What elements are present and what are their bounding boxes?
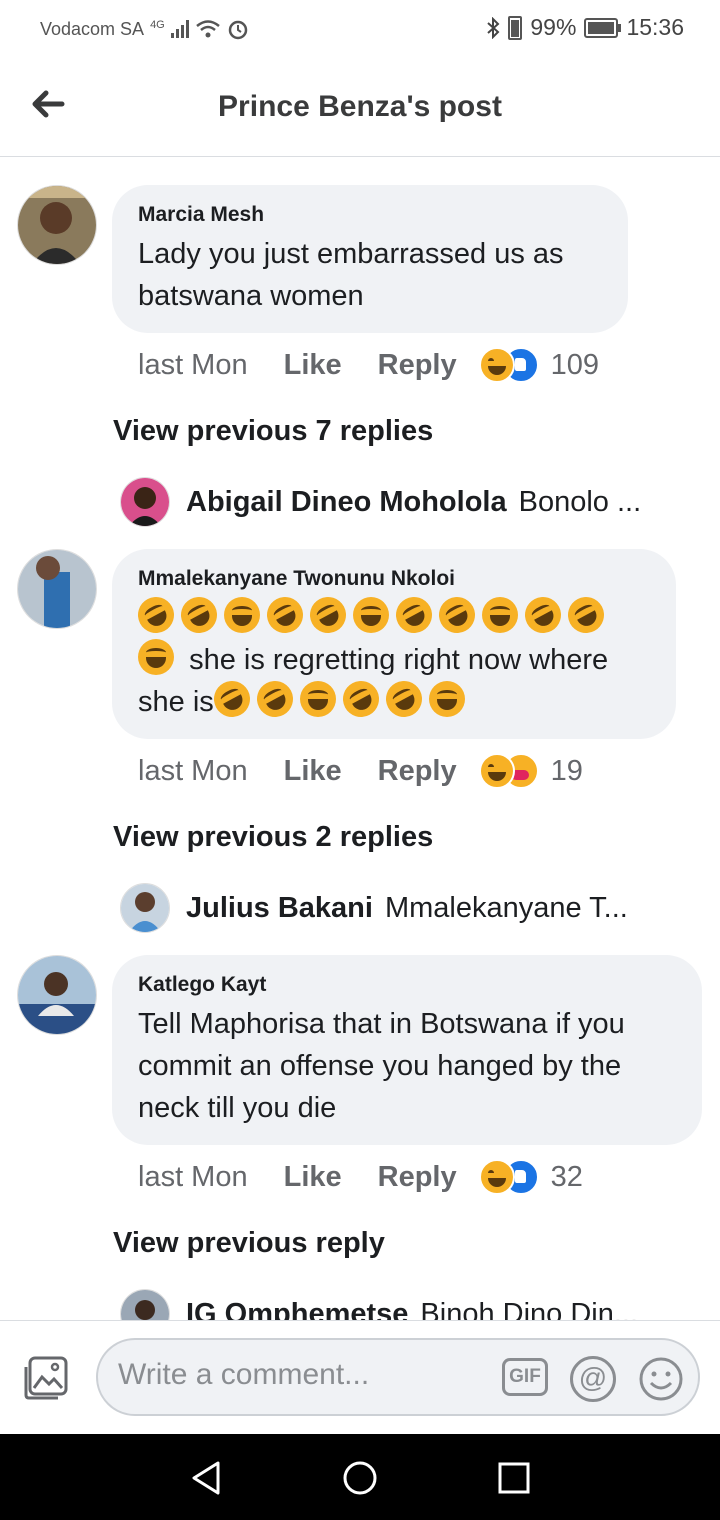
reply-text: Bonolo ...: [518, 485, 642, 518]
haha-reaction-icon: [478, 347, 515, 383]
laugh-emoji-icon: [518, 590, 568, 640]
comment-time[interactable]: last Mon: [138, 1161, 248, 1194]
view-previous-replies[interactable]: View previous reply: [113, 1227, 385, 1260]
comment-author[interactable]: Marcia Mesh: [138, 203, 602, 227]
reply-text: Binoh Dino Din...: [420, 1297, 639, 1321]
comment-time[interactable]: last Mon: [138, 755, 248, 788]
laugh-emoji-icon: [131, 590, 181, 640]
comment-bubble[interactable]: Mmalekanyane Twonunu Nkoloi she is regre…: [112, 549, 676, 739]
comment-bubble[interactable]: Marcia Mesh Lady you just embarrassed us…: [112, 185, 628, 333]
bluetooth-icon: [487, 16, 500, 39]
nav-back-icon[interactable]: [186, 1458, 226, 1498]
reply-button[interactable]: Reply: [378, 349, 457, 382]
photo-icon[interactable]: [22, 1355, 70, 1401]
gif-button[interactable]: GIF: [502, 1358, 548, 1396]
battery-percent: 99%: [530, 14, 577, 40]
reply-preview[interactable]: Abigail Dineo Moholola Bonolo ...: [120, 477, 680, 527]
reply-author[interactable]: IG Omphemetse: [186, 1298, 408, 1321]
reply-author[interactable]: Abigail Dineo Moholola: [186, 486, 507, 519]
battery-icon: [584, 17, 622, 38]
comment-text: Tell Maphorisa that in Botswana if you c…: [138, 1008, 625, 1124]
emoji-icon[interactable]: [638, 1356, 684, 1402]
avatar[interactable]: [17, 955, 97, 1035]
view-previous-replies[interactable]: View previous 2 replies: [113, 821, 433, 854]
laugh-emoji-icon: [336, 674, 386, 724]
comment-author[interactable]: Katlego Kayt: [138, 973, 676, 997]
comment-box[interactable]: GIF @: [96, 1338, 700, 1416]
comment-actions: last Mon Like Reply 109: [138, 347, 599, 383]
haha-reaction-icon: [478, 753, 515, 789]
reactions[interactable]: [478, 347, 539, 383]
avatar[interactable]: [120, 1289, 170, 1320]
laugh-emoji-icon: [482, 597, 518, 633]
comment-actions: last Mon Like Reply 32: [138, 1159, 583, 1195]
laugh-emoji-icon: [299, 681, 336, 717]
comment-bubble[interactable]: Katlego Kayt Tell Maphorisa that in Bots…: [112, 955, 702, 1145]
view-previous-replies[interactable]: View previous 7 replies: [113, 415, 433, 448]
laugh-emoji-icon: [561, 590, 611, 640]
avatar[interactable]: [17, 185, 97, 265]
comment-text: Lady you just embarrassed us as batswana…: [138, 238, 564, 312]
reply-preview[interactable]: Julius Bakani Mmalekanyane T...: [120, 883, 680, 933]
laugh-emoji-icon: [389, 590, 439, 640]
comments-feed[interactable]: Marcia Mesh Lady you just embarrassed us…: [0, 157, 720, 1320]
like-button[interactable]: Like: [284, 1161, 342, 1194]
laugh-emoji-icon: [207, 674, 257, 724]
comment-text: she is regretting right now where she is: [131, 590, 650, 724]
reply-preview[interactable]: IG Omphemetse Binoh Dino Din...: [120, 1289, 680, 1320]
network-type: 4G: [150, 19, 165, 31]
page-title: Prince Benza's post: [218, 90, 502, 123]
reactions[interactable]: [478, 753, 539, 789]
comment-time[interactable]: last Mon: [138, 349, 248, 382]
clock: 15:36: [626, 14, 684, 40]
page-header: Prince Benza's post: [0, 60, 720, 157]
laugh-emoji-icon: [303, 590, 353, 640]
laugh-emoji-icon: [432, 590, 482, 640]
laugh-emoji-icon: [174, 590, 224, 640]
reactions[interactable]: [478, 1159, 539, 1195]
like-button[interactable]: Like: [284, 349, 342, 382]
avatar[interactable]: [120, 883, 170, 933]
reaction-count[interactable]: 19: [551, 755, 583, 788]
laugh-emoji-icon: [260, 590, 310, 640]
system-nav-bar: [0, 1434, 720, 1520]
carrier-label: Vodacom SA: [40, 18, 145, 39]
laugh-emoji-icon: [224, 597, 260, 633]
status-bar: Vodacom SA 4G 99% 15:36: [0, 0, 720, 60]
comment-input[interactable]: [118, 1358, 478, 1392]
avatar[interactable]: [17, 549, 97, 629]
status-right: 99% 15:36: [486, 14, 684, 41]
alarm-icon: [228, 20, 247, 40]
reply-button[interactable]: Reply: [378, 755, 457, 788]
mention-button[interactable]: @: [570, 1356, 616, 1402]
status-left: Vodacom SA 4G: [40, 18, 249, 40]
nav-recent-apps-icon[interactable]: [494, 1458, 534, 1498]
reply-button[interactable]: Reply: [378, 1161, 457, 1194]
reaction-count[interactable]: 109: [551, 349, 599, 382]
avatar[interactable]: [120, 477, 170, 527]
haha-reaction-icon: [478, 1159, 515, 1195]
laugh-emoji-icon: [138, 639, 174, 675]
nav-home-icon[interactable]: [340, 1458, 380, 1498]
laugh-emoji-group: [207, 674, 472, 724]
laugh-emoji-icon: [379, 674, 429, 724]
comment-actions: last Mon Like Reply 19: [138, 753, 583, 789]
reply-author[interactable]: Julius Bakani: [186, 892, 373, 925]
wifi-icon: [195, 20, 220, 38]
laugh-emoji-icon: [428, 681, 465, 717]
reply-text: Mmalekanyane T...: [384, 891, 628, 924]
signal-icon: [170, 20, 189, 38]
laugh-emoji-icon: [353, 597, 389, 633]
reaction-count[interactable]: 32: [551, 1161, 583, 1194]
comment-author[interactable]: Mmalekanyane Twonunu Nkoloi: [138, 567, 650, 591]
comment-composer: GIF @: [0, 1320, 720, 1435]
laugh-emoji-icon: [250, 674, 300, 724]
like-button[interactable]: Like: [284, 755, 342, 788]
battery-small-icon: [508, 15, 523, 40]
